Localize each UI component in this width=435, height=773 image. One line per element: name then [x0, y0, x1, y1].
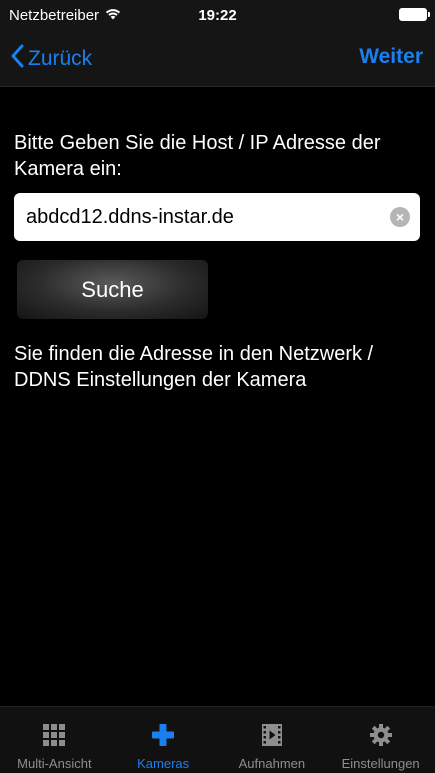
screen: Netzbetreiber 19:22 Zurück Weiter Bitte … — [0, 0, 435, 773]
film-icon — [260, 723, 284, 752]
battery-indicator — [399, 8, 430, 21]
next-button[interactable]: Weiter — [359, 45, 423, 69]
tab-einstellungen[interactable]: Einstellungen — [326, 707, 435, 773]
host-prompt: Bitte Geben Sie die Host / IP Adresse de… — [14, 132, 381, 180]
clear-icon: × — [395, 209, 405, 225]
tab-aufnahmen[interactable]: Aufnahmen — [218, 707, 327, 773]
status-time: 19:22 — [198, 7, 237, 24]
tab-label: Kameras — [137, 756, 190, 771]
tab-multi-ansicht[interactable]: Multi-Ansicht — [0, 707, 109, 773]
gear-icon — [369, 723, 393, 752]
grid-icon — [42, 723, 66, 752]
back-label: Zurück — [28, 47, 93, 70]
chevron-left-icon — [10, 44, 24, 74]
host-input[interactable] — [26, 193, 386, 241]
host-field: × — [14, 193, 420, 241]
clear-button[interactable]: × — [390, 207, 410, 227]
back-button[interactable]: Zurück — [10, 44, 92, 74]
search-button[interactable]: Suche — [17, 260, 208, 319]
tab-label: Einstellungen — [341, 756, 420, 771]
hint-text: Sie finden die Adresse in den Netzwerk /… — [14, 343, 374, 391]
tab-label: Aufnahmen — [238, 756, 306, 771]
plus-icon — [151, 723, 175, 752]
navigation-bar: Zurück Weiter — [0, 30, 435, 87]
status-bar: Netzbetreiber 19:22 — [0, 0, 435, 30]
tab-kameras[interactable]: Kameras — [109, 707, 218, 773]
tab-bar: Multi-Ansicht Kameras Aufnahmen Einstell… — [0, 706, 435, 773]
tab-label: Multi-Ansicht — [17, 756, 92, 771]
battery-icon — [399, 8, 430, 21]
